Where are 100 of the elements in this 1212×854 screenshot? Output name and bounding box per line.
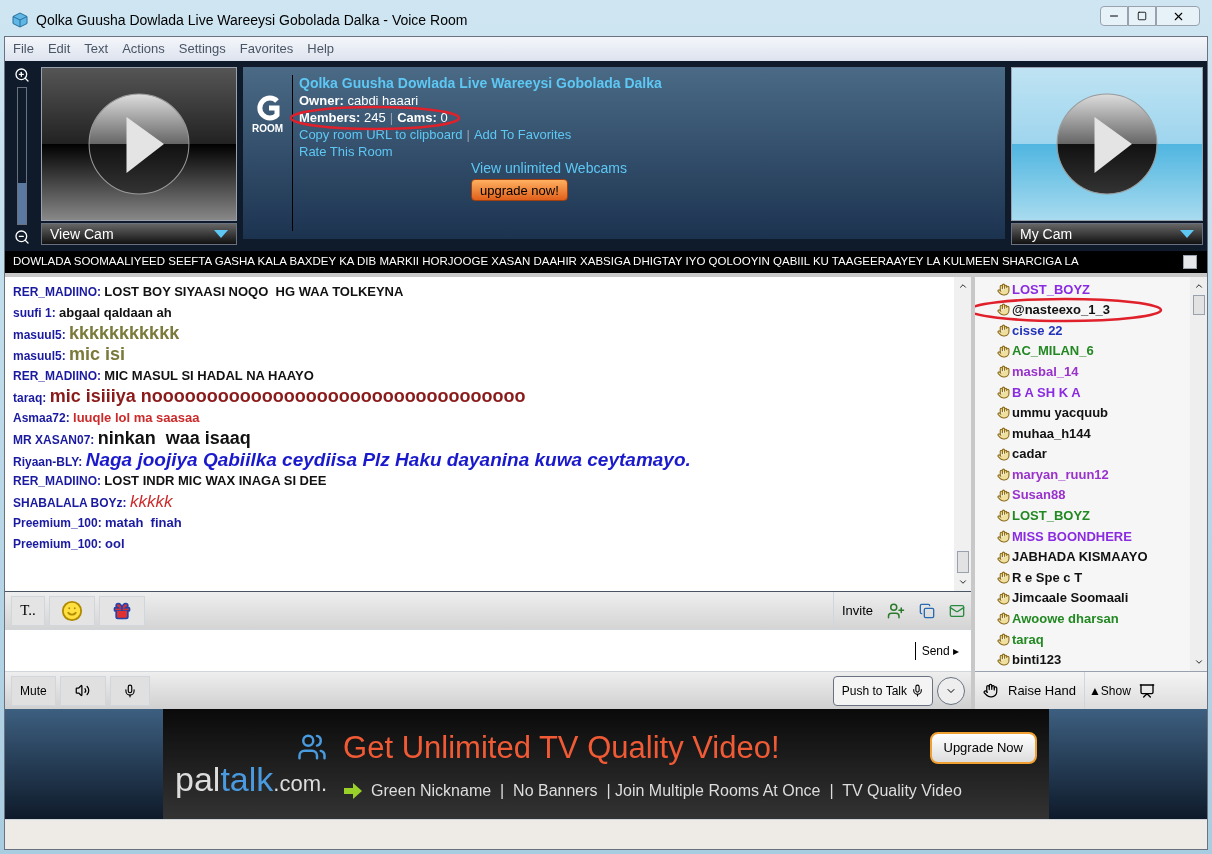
user-name[interactable]: ummu yacquub [1012, 403, 1109, 423]
hand-icon [997, 550, 1010, 564]
scroll-thumb[interactable] [1192, 295, 1205, 315]
cams-count: Cams: 0 [397, 109, 448, 126]
dropdown-arrow-icon [1180, 230, 1194, 238]
hand-icon [997, 303, 1010, 317]
dropdown-arrow-icon [214, 230, 228, 238]
user-name[interactable]: Awoowe dharsan [1012, 609, 1119, 629]
invite-button[interactable]: Invite [841, 600, 873, 621]
user-name[interactable]: cisse 22 [1012, 320, 1063, 341]
menu-item[interactable]: Text [84, 39, 109, 59]
upgrade-now-button[interactable]: Upgrade Now [929, 732, 1037, 764]
user-name[interactable]: LOST_BOYZ [1012, 506, 1090, 526]
cam-dropdown[interactable]: My Cam [1011, 223, 1203, 245]
menu-item[interactable]: Actions [122, 39, 165, 59]
scroll-down-icon[interactable] [1193, 657, 1204, 667]
mail-icon[interactable] [949, 602, 965, 619]
news-ticker: DOWLADA SOOMAALIYEED SEEFTA GASHA KALA BAXDEY KA DIB MARKII HORJOOGE XASAN DAAHIR XABSIGA DHIGTAY IYO QOLOOYIN QABIIL KU TAAGEERAAYEY LA KULMEEN SHARCIGA LA [13, 254, 1079, 270]
hand-icon [997, 653, 1010, 667]
ad-banner[interactable]: paltalk.com. Get Unlimited TV Quality Video! Upgrade Now Green Nickname | No Banners | Join Multiple Rooms At Once | TV Quality Video [163, 709, 1049, 819]
user-name[interactable]: JABHADA KISMAAYO [1012, 547, 1148, 567]
user-name[interactable]: binti123 [1012, 650, 1062, 670]
menu-item[interactable]: Help [307, 39, 335, 59]
hand-icon [997, 324, 1010, 337]
members-count: Members: 245 [299, 109, 386, 126]
mic-volume-button[interactable] [109, 675, 150, 706]
hand-icon [983, 683, 998, 698]
user-name[interactable]: cadar [1012, 444, 1047, 464]
favorites-link[interactable]: Add To Favorites [473, 126, 572, 143]
play-button-icon[interactable] [1055, 92, 1159, 196]
user-name[interactable]: maryan_ruun12 [1012, 464, 1109, 485]
scroll-up-icon[interactable] [957, 281, 968, 291]
maximize-button[interactable] [1128, 6, 1156, 26]
font-button[interactable]: T.. [11, 595, 45, 626]
chat-message: RER_MADIINO: LOST BOY SIYAASI NOQO HG WAA TOLKEYNA [13, 283, 405, 301]
chat-message: suufi 1: abgaal qaldaan ah [13, 304, 173, 322]
menu-item[interactable]: Edit [47, 39, 71, 59]
room-name: Qolka Guusha Dowlada Live Wareeysi Gobolada Dalka [299, 75, 662, 92]
close-button[interactable] [1156, 6, 1200, 26]
user-name[interactable]: R e Spe c T [1012, 567, 1083, 588]
chat-message: Riyaan-BLY: Naga joojiya Qabiilka ceydiisa Plz Haku dayanina kuwa ceytamayo. [13, 449, 692, 470]
scroll-thumb[interactable] [956, 551, 969, 573]
user-name[interactable]: LOST_BOYZ [1012, 279, 1090, 300]
user-name[interactable]: Jimcaale Soomaali [1012, 588, 1129, 608]
hand-icon [997, 529, 1010, 543]
push-to-talk-button[interactable]: Push to Talk [832, 675, 933, 706]
hand-icon [997, 468, 1010, 482]
window-title: Qolka Guusha Dowlada Live Wareeysi Gobolada Dalka - Voice Room [36, 10, 468, 30]
chat-message: masuul5: mic isi [13, 344, 127, 365]
hand-icon [997, 612, 1010, 626]
microphone-icon [911, 684, 924, 697]
gift-icon [112, 600, 132, 621]
menu-item[interactable]: File [13, 39, 34, 59]
scroll-down-icon[interactable] [957, 577, 968, 587]
chat-message: taraq: mic isiiiya noooooooooooooooooooooooooooooooooo [13, 386, 527, 407]
play-button-icon[interactable] [87, 92, 191, 196]
copy-icon[interactable] [919, 602, 935, 619]
gift-button[interactable] [99, 595, 145, 626]
chat-message: Preemium_100: ool [13, 535, 126, 553]
zoom-in-icon[interactable] [14, 67, 30, 83]
add-user-icon[interactable] [887, 601, 905, 620]
arrow-icon [343, 781, 364, 802]
cam-dropdown[interactable]: View Cam [41, 223, 237, 245]
user-name[interactable]: masbal_14 [1012, 361, 1079, 382]
copy-url-link[interactable]: Copy room URL to clipboard [299, 126, 463, 143]
send-button[interactable]: Send ▸ [914, 641, 959, 660]
hand-icon [997, 282, 1010, 296]
hand-icon [997, 591, 1010, 605]
user-name[interactable]: muhaa_h144 [1012, 423, 1091, 444]
chat-message: SHABALALA BOYz: kkkkk [13, 491, 174, 512]
zoom-out-icon[interactable] [14, 229, 30, 245]
hand-icon [997, 488, 1010, 502]
scrollbar[interactable] [954, 277, 971, 591]
user-name[interactable]: Susan88 [1012, 485, 1066, 505]
talk-options-button[interactable] [937, 676, 965, 705]
mute-button[interactable]: Mute [11, 675, 56, 706]
rate-room-link[interactable]: Rate This Room [299, 143, 662, 160]
room-label: ROOM [251, 122, 284, 136]
show-button[interactable]: ▲Show [1084, 681, 1135, 700]
user-name[interactable]: AC_MILAN_6 [1012, 341, 1094, 361]
minimize-button[interactable] [1100, 6, 1128, 26]
menu-item[interactable]: Favorites [239, 39, 294, 59]
cube-icon [12, 12, 28, 28]
microphone-icon [122, 683, 137, 698]
chat-message: Preemium_100: matah finah [13, 514, 183, 532]
user-name[interactable]: MISS BOONDHERE [1012, 526, 1132, 547]
speaker-volume-button[interactable] [59, 675, 106, 706]
scroll-up-icon[interactable] [1193, 281, 1204, 291]
chat-message: MR XASAN07: ninkan waa isaaq [13, 428, 252, 449]
menu-item[interactable]: Settings [178, 39, 226, 59]
presentation-icon[interactable] [1138, 682, 1155, 699]
chat-message: Asmaa72: luuqle lol ma saasaa [13, 409, 201, 427]
upgrade-button[interactable]: upgrade now! [471, 179, 568, 201]
hand-icon [997, 426, 1010, 440]
user-name[interactable]: B A SH K A [1012, 382, 1081, 402]
zoom-slider[interactable] [17, 87, 27, 225]
webcams-promo-link[interactable]: View unlimited Webcams [471, 160, 627, 177]
chat-message: RER_MADIINO: LOST INDR MIC WAX INAGA SI DEE [13, 472, 328, 490]
user-name[interactable]: taraq [1012, 629, 1044, 650]
scrollbar[interactable] [1190, 277, 1207, 671]
